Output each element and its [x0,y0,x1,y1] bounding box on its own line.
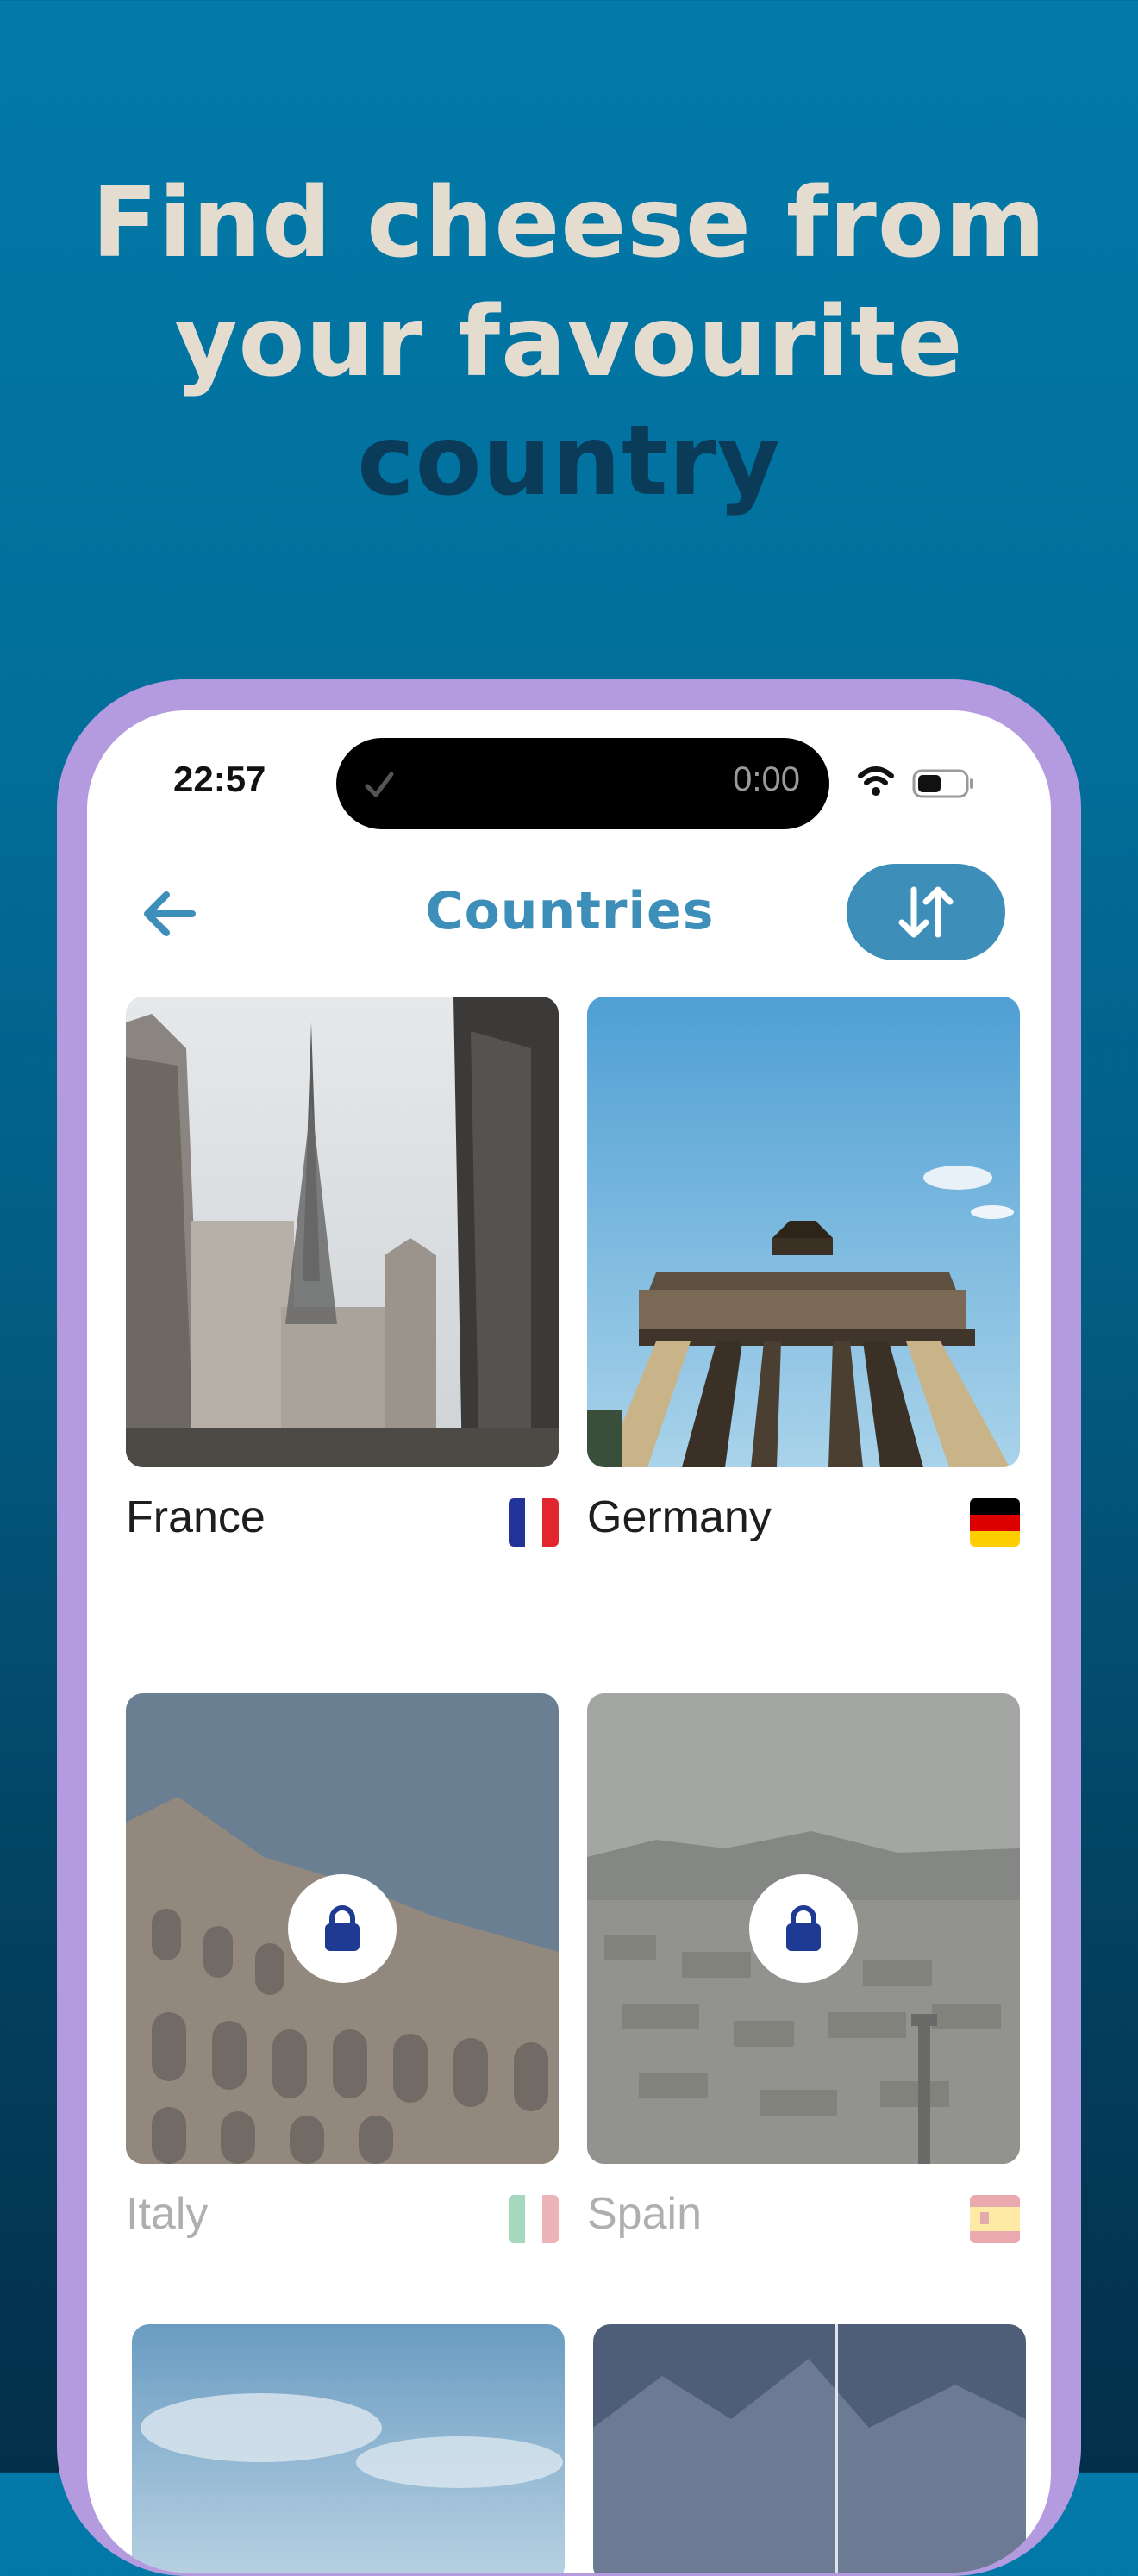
country-name: Spain [587,2189,702,2239]
headline-line-1: Find cheese from [91,167,1047,279]
italy-flag-icon [509,2195,559,2243]
country-name: France [126,1492,266,1542]
status-icons [858,766,973,798]
checkmark-icon [365,772,394,797]
country-name: Italy [126,2189,209,2239]
dynamic-island: 0:00 [336,738,829,829]
status-time: 22:57 [173,759,266,799]
country-card-spain[interactable]: Spain [587,1693,1020,2243]
country-photo [593,2324,1026,2573]
country-photo-spain [587,1693,1020,2164]
lock-icon [786,1905,821,1951]
germany-flag-icon [970,1498,1020,1547]
country-photo-germany [587,997,1020,1467]
back-button[interactable] [135,879,204,948]
spain-flag-icon [970,2195,1020,2243]
page-title: Countries [425,881,715,941]
country-photo-france [126,997,559,1467]
lock-badge [749,1874,858,1983]
country-name: Germany [587,1492,772,1542]
country-card-germany[interactable]: Germany [587,997,1020,1547]
headline-line-2: your favourite [174,286,964,398]
lock-icon [325,1905,360,1951]
phone-screen: 22:57 0:00 Countries France Germany Ital… [87,710,1051,2573]
country-card-next-left[interactable] [132,2324,565,2573]
headline: Find cheese from your favourite country [0,164,1138,521]
france-flag-icon [509,1498,559,1547]
country-photo [132,2324,565,2573]
country-card-next-right[interactable] [593,2324,1026,2573]
country-card-france[interactable]: France [126,997,559,1547]
back-arrow-icon [144,891,196,936]
wifi-icon [858,766,894,796]
country-photo-italy [126,1693,559,2164]
lock-badge [288,1874,397,1983]
country-card-italy[interactable]: Italy [126,1693,559,2243]
headline-line-3: country [357,405,781,517]
sort-button[interactable] [847,864,1005,960]
island-timer: 0:00 [733,760,800,798]
battery-icon [912,769,973,798]
sort-arrows-icon [898,886,954,938]
